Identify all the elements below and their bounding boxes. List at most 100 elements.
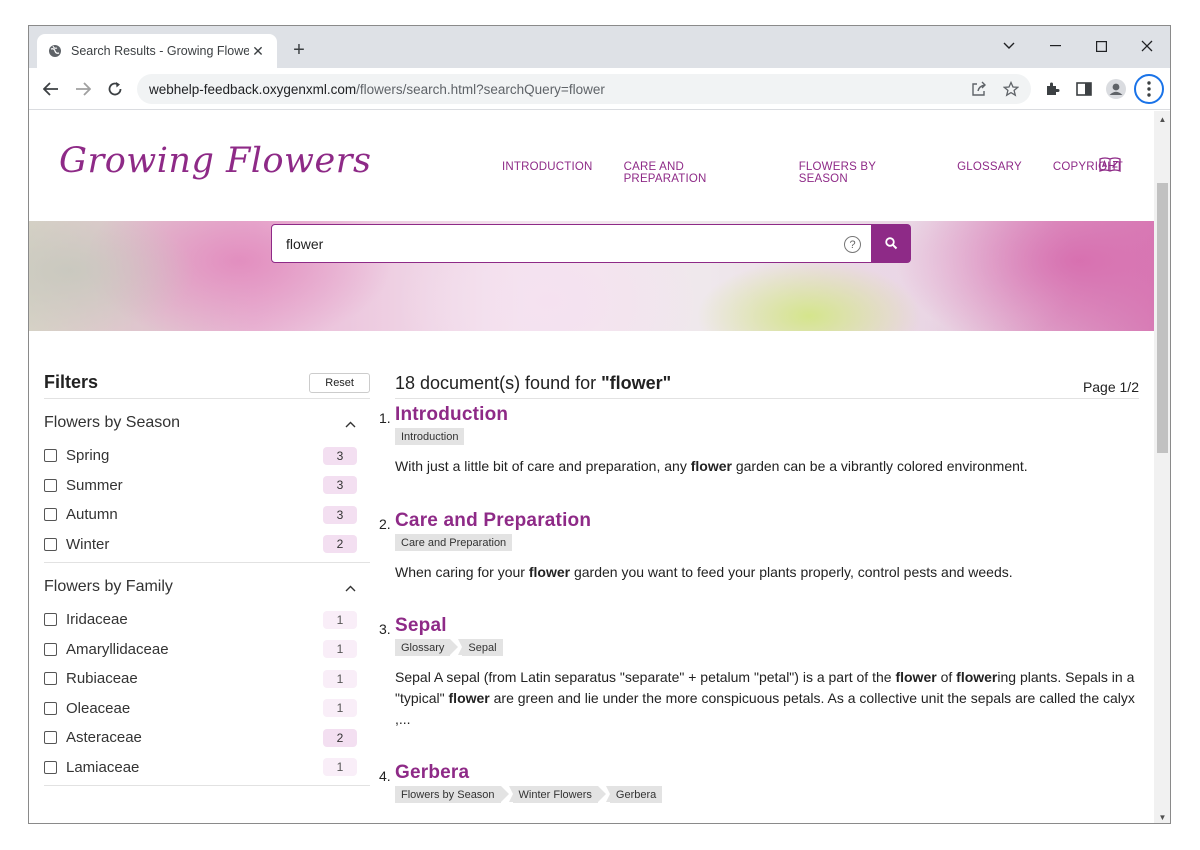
filter-item[interactable]: Asteraceae 2 [44,723,370,753]
filter-item[interactable]: Iridaceae 1 [44,605,370,635]
breadcrumb-item[interactable]: Flowers by Season [395,786,509,803]
result-title-link[interactable]: Sepal [395,615,1139,637]
filter-group-title: Flowers by Family [44,578,173,595]
globe-icon [47,43,63,59]
filter-checkbox[interactable] [44,760,57,774]
result-breadcrumb: Flowers by Season Winter Flowers Gerbera [395,786,1139,803]
filter-item[interactable]: Winter 2 [44,530,370,560]
filter-label: Summer [66,476,123,494]
site-nav: INTRODUCTION CARE AND PREPARATION FLOWER… [502,161,1154,185]
search-bar: flower ? [271,224,911,263]
filter-item[interactable]: Summer 3 [44,471,370,501]
reload-icon[interactable] [102,76,128,102]
filter-count-badge: 1 [323,610,357,629]
breadcrumb-item[interactable]: Winter Flowers [508,786,607,803]
breadcrumb-item[interactable]: Care and Preparation [395,534,513,551]
result-title-link[interactable]: Care and Preparation [395,510,1139,532]
results-summary: 18 document(s) found for "flower" [395,373,671,394]
result-title-link[interactable]: Introduction [395,404,1139,426]
page-viewport: Growing Flowers INTRODUCTION CARE AND PR… [29,111,1154,823]
profile-avatar-icon[interactable] [1103,76,1129,102]
snippet-text: Sepal A sepal (from Latin separatus "sep… [395,669,896,685]
bookmark-star-icon[interactable] [1001,79,1021,99]
result-snippet: Sepal A sepal (from Latin separatus "sep… [395,667,1139,730]
scroll-down-arrow-icon[interactable]: ▼ [1154,809,1170,823]
result-breadcrumb: Introduction [395,428,1139,445]
snippet-text: are green and lie under the more conspic… [395,690,1135,727]
tab-strip: Search Results - Growing Flowers ✕ + [29,26,1170,68]
filter-checkbox[interactable] [44,478,57,492]
glossary-index-icon[interactable] [1099,157,1121,173]
filter-checkbox[interactable] [44,642,57,656]
filter-count-badge: 1 [323,699,357,718]
filters-panel: Filters Reset Flowers by Season Spring 3… [44,371,370,786]
address-bar[interactable]: webhelp-feedback.oxygenxml.com/flowers/s… [137,74,1031,104]
browser-window: Search Results - Growing Flowers ✕ + web… [28,25,1171,824]
filter-label: Oleaceae [66,699,131,717]
page-indicator: Page 1/2 [1082,379,1139,395]
minimize-button[interactable] [1033,32,1077,60]
result-title-link[interactable]: Gerbera [395,762,1139,784]
back-arrow-icon[interactable] [38,76,64,102]
share-icon[interactable] [969,79,989,99]
chevron-up-icon[interactable] [345,580,356,595]
filter-checkbox[interactable] [44,537,57,551]
search-button[interactable] [872,224,911,263]
maximize-button[interactable] [1079,32,1123,60]
tab-title: Search Results - Growing Flowers [71,44,249,58]
side-panel-icon[interactable] [1071,76,1097,102]
filter-checkbox[interactable] [44,508,57,522]
chevron-up-icon[interactable] [345,416,356,431]
browser-menu-icon[interactable] [1134,74,1164,104]
filter-group-header-family[interactable]: Flowers by Family [44,569,370,605]
filter-checkbox[interactable] [44,672,57,686]
tab-search-chevron-icon[interactable] [987,32,1031,60]
filter-checkbox[interactable] [44,613,57,627]
divider [44,562,370,563]
page-scrollbar[interactable]: ▲ ▼ [1154,111,1170,823]
snippet-text: With just a little bit of care and prepa… [395,458,691,474]
filter-count-badge: 1 [323,640,357,659]
filter-label: Iridaceae [66,611,128,629]
filter-count-badge: 3 [323,505,357,524]
nav-glossary[interactable]: GLOSSARY [957,161,1022,185]
url-path: /flowers/search.html?searchQuery=flower [356,81,605,97]
snippet-highlight: flower [956,669,998,685]
site-logo[interactable]: Growing Flowers [59,141,371,181]
scrollbar-thumb[interactable] [1157,183,1168,453]
close-window-button[interactable] [1125,32,1169,60]
results-summary-prefix: 18 document(s) found for [395,373,602,393]
breadcrumb-item[interactable]: Sepal [458,639,503,656]
filter-item[interactable]: Lamiaceae 1 [44,753,370,783]
result-snippet: With just a little bit of care and prepa… [395,456,1139,477]
filter-checkbox[interactable] [44,731,57,745]
snippet-highlight: flower [690,458,732,474]
filter-item[interactable]: Amaryllidaceae 1 [44,635,370,665]
filter-checkbox[interactable] [44,449,57,463]
nav-flowers-by-season[interactable]: FLOWERS BY SEASON [799,161,926,185]
filter-item[interactable]: Autumn 3 [44,500,370,530]
new-tab-button[interactable]: + [287,38,311,62]
url-host: webhelp-feedback.oxygenxml.com [149,81,357,97]
search-help-icon[interactable]: ? [844,236,861,253]
search-input[interactable]: flower ? [271,224,872,263]
close-tab-icon[interactable]: ✕ [249,42,267,60]
nav-care-and-preparation[interactable]: CARE AND PREPARATION [624,161,768,185]
filter-item[interactable]: Rubiaceae 1 [44,664,370,694]
breadcrumb-item[interactable]: Gerbera [605,786,663,803]
search-query-text: flower [286,235,324,252]
snippet-highlight: flower [895,669,937,685]
breadcrumb-item[interactable]: Glossary [395,639,459,656]
breadcrumb-item[interactable]: Introduction [395,428,465,445]
reset-button[interactable]: Reset [309,372,370,393]
filter-checkbox[interactable] [44,701,57,715]
filter-item[interactable]: Oleaceae 1 [44,694,370,724]
scroll-up-arrow-icon[interactable]: ▲ [1154,111,1170,127]
filter-group-header-season[interactable]: Flowers by Season [44,405,370,441]
filter-item[interactable]: Spring 3 [44,441,370,471]
forward-arrow-icon[interactable] [70,76,96,102]
result-item: 4. Gerbera Flowers by Season Winter Flow… [379,762,1139,803]
extensions-puzzle-icon[interactable] [1039,76,1065,102]
browser-tab[interactable]: Search Results - Growing Flowers ✕ [37,34,277,68]
nav-introduction[interactable]: INTRODUCTION [502,161,593,185]
